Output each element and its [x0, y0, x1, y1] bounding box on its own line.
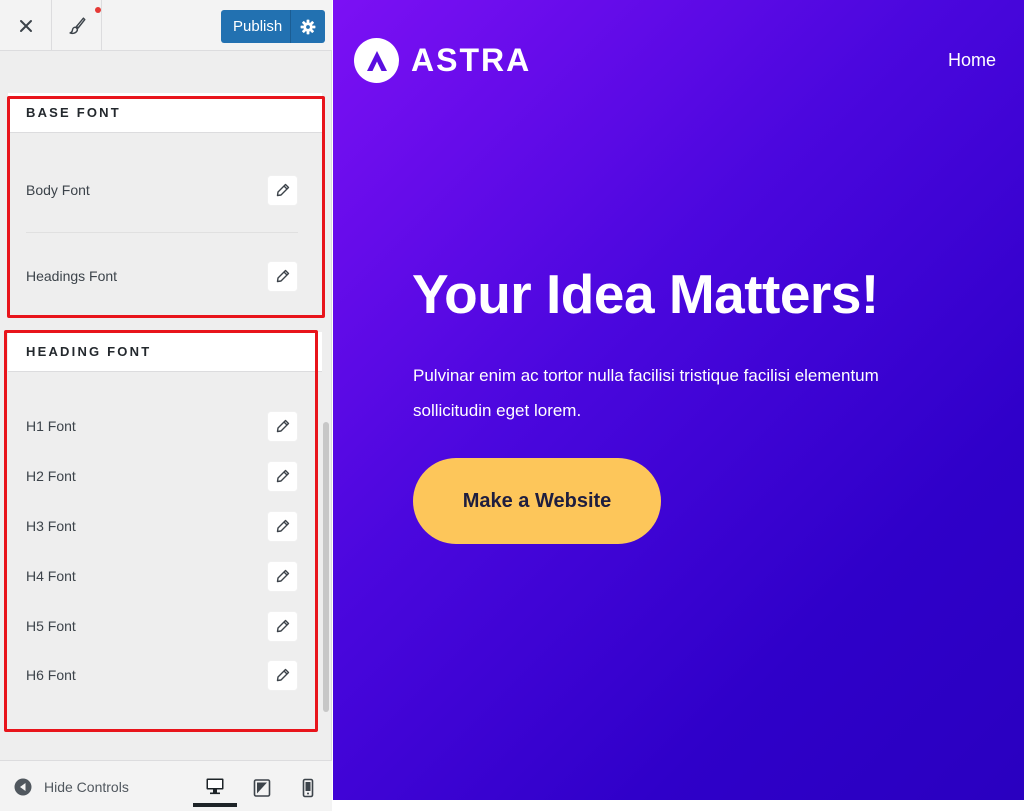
gear-icon: [300, 19, 316, 34]
font-row-h2: H2 Font: [8, 459, 322, 493]
section-title: HEADING FONT: [26, 344, 152, 359]
site-title: ASTRA: [411, 42, 532, 78]
pencil-icon: [276, 419, 289, 433]
base-font-section: BASE FONT Body Font Headings Font: [8, 93, 322, 318]
panel-scrollbar[interactable]: [323, 422, 329, 712]
publish-button[interactable]: Publish: [221, 10, 291, 43]
section-title: BASE FONT: [26, 105, 121, 120]
edit-headings-font-button[interactable]: [268, 261, 297, 291]
hide-controls-label: Hide Controls: [44, 778, 129, 795]
site-logo[interactable]: ASTRA: [354, 38, 531, 83]
close-button[interactable]: [0, 0, 52, 51]
pencil-icon: [276, 569, 289, 583]
device-tablet-button[interactable]: [240, 769, 284, 807]
customizer-sidebar: Publish BASE FONT Body Font Headings Fon…: [0, 0, 332, 811]
preview-bottom-strip: [333, 800, 1024, 811]
font-label: Headings Font: [26, 268, 118, 284]
customizer-footer: Hide Controls: [0, 760, 332, 811]
edit-h4-font-button[interactable]: [268, 561, 297, 591]
edit-h1-font-button[interactable]: [268, 411, 297, 441]
edit-h3-font-button[interactable]: [268, 511, 297, 541]
nav-home-link[interactable]: Home: [948, 50, 996, 71]
font-row-body: Body Font: [8, 173, 322, 207]
publish-group: Publish: [221, 10, 325, 43]
site-preview: ASTRA Home Your Idea Matters! Pulvinar e…: [333, 0, 1024, 800]
pencil-icon: [276, 269, 289, 283]
customizer-panel: BASE FONT Body Font Headings Font HEADIN…: [0, 51, 332, 760]
pencil-icon: [276, 668, 289, 682]
heading-font-section: HEADING FONT H1 Font H2 Font H3 Font H4 …: [8, 332, 322, 732]
heading-font-header: HEADING FONT: [8, 332, 322, 372]
font-row-h5: H5 Font: [8, 609, 322, 643]
font-row-h4: H4 Font: [8, 559, 322, 593]
hero-text: Pulvinar enim ac tortor nulla facilisi t…: [413, 366, 879, 420]
tablet-icon: [253, 779, 271, 797]
desktop-icon: [206, 778, 224, 795]
base-font-header: BASE FONT: [8, 93, 322, 133]
device-desktop-button[interactable]: [193, 769, 237, 807]
notification-dot: [95, 7, 101, 13]
make-website-button[interactable]: Make a Website: [413, 458, 661, 544]
edit-h5-font-button[interactable]: [268, 611, 297, 641]
edit-h6-font-button[interactable]: [268, 660, 297, 690]
font-label: H4 Font: [26, 568, 76, 584]
pencil-icon: [276, 469, 289, 483]
edit-h2-font-button[interactable]: [268, 461, 297, 491]
pencil-icon: [276, 183, 289, 197]
customizer-topbar: Publish: [0, 0, 332, 51]
font-row-h1: H1 Font: [8, 409, 322, 443]
font-label: H2 Font: [26, 468, 76, 484]
font-label: H3 Font: [26, 518, 76, 534]
font-row-h3: H3 Font: [8, 509, 322, 543]
font-label: Body Font: [26, 182, 90, 198]
astra-logo-icon: [354, 38, 399, 83]
pencil-icon: [276, 619, 289, 633]
close-icon: [19, 19, 32, 32]
font-label: H5 Font: [26, 618, 76, 634]
hero-title: Your Idea Matters!: [412, 263, 879, 325]
font-row-headings: Headings Font: [8, 259, 322, 293]
edit-body-font-button[interactable]: [268, 175, 297, 205]
font-label: H1 Font: [26, 418, 76, 434]
row-divider: [26, 232, 298, 233]
font-row-h6: H6 Font: [8, 658, 322, 692]
mobile-icon: [302, 778, 314, 798]
pencil-icon: [276, 519, 289, 533]
device-mobile-button[interactable]: [286, 769, 330, 807]
publish-settings-button[interactable]: [291, 10, 325, 43]
hide-controls-button[interactable]: Hide Controls: [14, 761, 129, 811]
font-label: H6 Font: [26, 667, 76, 683]
paintbrush-icon: [68, 16, 86, 34]
arrow-left-circle-icon: [14, 778, 32, 795]
